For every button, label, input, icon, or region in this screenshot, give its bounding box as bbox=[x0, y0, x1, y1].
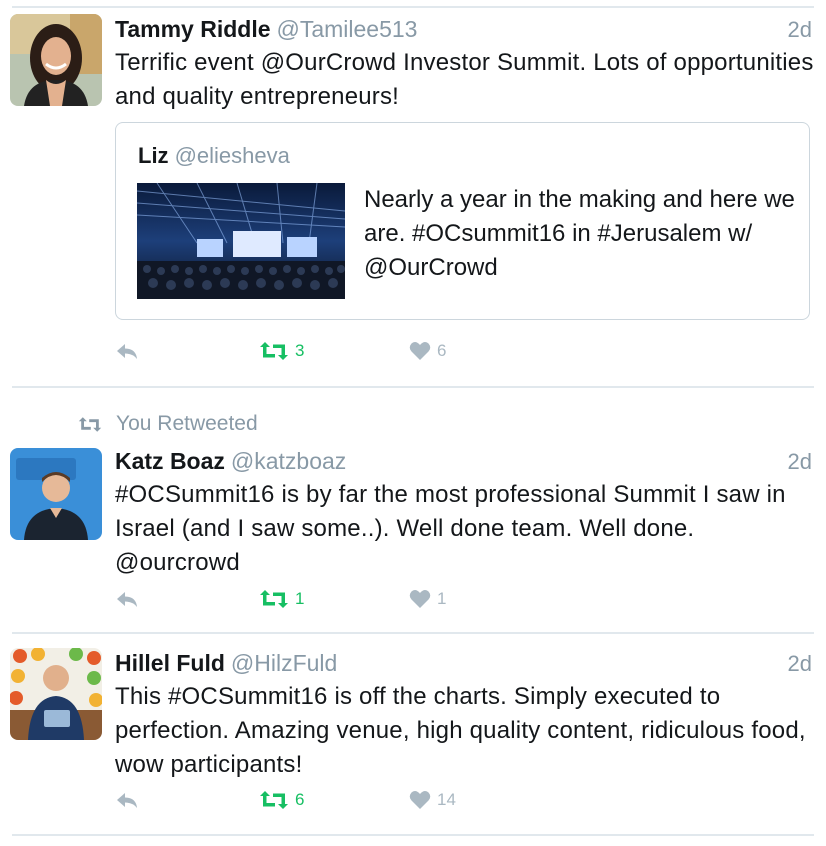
retweet-context: You Retweeted bbox=[78, 412, 258, 436]
like-button[interactable]: 14 bbox=[409, 790, 456, 810]
username[interactable]: @katzboaz bbox=[231, 448, 346, 474]
quoted-tweet-header: Liz @eliesheva bbox=[138, 143, 290, 169]
display-name[interactable]: Tammy Riddle bbox=[115, 16, 271, 42]
like-count: 1 bbox=[437, 589, 447, 608]
reply-button[interactable] bbox=[115, 589, 139, 609]
retweet-icon bbox=[260, 590, 288, 608]
avatar-tammy-riddle[interactable] bbox=[10, 14, 102, 106]
tweet-actions: 3 6 bbox=[115, 341, 615, 371]
quoted-tweet-text: Nearly a year in the making and here we … bbox=[364, 186, 795, 281]
tweet-actions: 1 1 bbox=[115, 589, 615, 619]
like-button[interactable]: 6 bbox=[409, 341, 446, 361]
heart-icon bbox=[409, 342, 431, 360]
username[interactable]: @HilzFuld bbox=[231, 650, 337, 676]
avatar-katz-boaz[interactable] bbox=[10, 448, 102, 540]
tweet-tammy-riddle[interactable]: Tammy Riddle @Tamilee513 2d Terrific even… bbox=[0, 0, 826, 386]
quoted-display-name: Liz bbox=[138, 143, 169, 168]
display-name[interactable]: Hillel Fuld bbox=[115, 650, 225, 676]
reply-button[interactable] bbox=[115, 790, 139, 810]
quoted-username: @eliesheva bbox=[174, 143, 290, 168]
reply-icon bbox=[117, 344, 137, 359]
reply-icon bbox=[117, 592, 137, 607]
quoted-tweet-image[interactable] bbox=[137, 183, 345, 299]
display-name[interactable]: Katz Boaz bbox=[115, 448, 225, 474]
timestamp[interactable]: 2d bbox=[788, 17, 812, 43]
retweet-button[interactable]: 3 bbox=[259, 341, 304, 361]
like-count: 6 bbox=[437, 341, 447, 360]
reply-icon bbox=[117, 793, 137, 808]
tweet-divider bbox=[12, 834, 814, 836]
avatar-hillel-fuld[interactable] bbox=[10, 648, 102, 740]
heart-icon bbox=[409, 791, 431, 809]
like-count: 14 bbox=[437, 790, 456, 809]
retweet-button[interactable]: 1 bbox=[259, 589, 304, 609]
tweet-hillel-fuld[interactable]: Hillel Fuld @HilzFuld 2d This #OCSummit16… bbox=[0, 634, 826, 834]
username[interactable]: @Tamilee513 bbox=[277, 16, 418, 42]
retweet-icon bbox=[260, 791, 288, 809]
retweet-count: 3 bbox=[295, 341, 305, 360]
tweet-header: Tammy Riddle @Tamilee513 bbox=[115, 16, 417, 43]
tweet-divider bbox=[12, 386, 814, 388]
tweet-text: This #OCSummit16 is off the charts. Simp… bbox=[115, 683, 806, 778]
heart-icon bbox=[409, 590, 431, 608]
retweet-context-label: You Retweeted bbox=[116, 412, 258, 435]
retweet-count: 1 bbox=[295, 589, 305, 608]
tweet-header: Hillel Fuld @HilzFuld bbox=[115, 650, 337, 677]
quoted-tweet[interactable]: Liz @eliesheva Nearly a year in the maki… bbox=[115, 122, 810, 320]
like-button[interactable]: 1 bbox=[409, 589, 446, 609]
retweet-count: 6 bbox=[295, 790, 305, 809]
tweet-text: #OCSummit16 is by far the most professio… bbox=[115, 481, 786, 576]
tweet-katz-boaz[interactable]: Katz Boaz @katzboaz 2d #OCSummit16 is by … bbox=[0, 440, 826, 632]
tweet-header: Katz Boaz @katzboaz bbox=[115, 448, 346, 475]
retweet-icon bbox=[260, 342, 288, 360]
timestamp[interactable]: 2d bbox=[788, 651, 812, 677]
retweet-button[interactable]: 6 bbox=[259, 790, 304, 810]
reply-button[interactable] bbox=[115, 341, 139, 361]
timestamp[interactable]: 2d bbox=[788, 449, 812, 475]
tweet-actions: 6 14 bbox=[115, 790, 615, 820]
retweet-icon bbox=[78, 416, 102, 432]
tweet-text: Terrific event @OurCrowd Investor Summit… bbox=[115, 49, 814, 110]
